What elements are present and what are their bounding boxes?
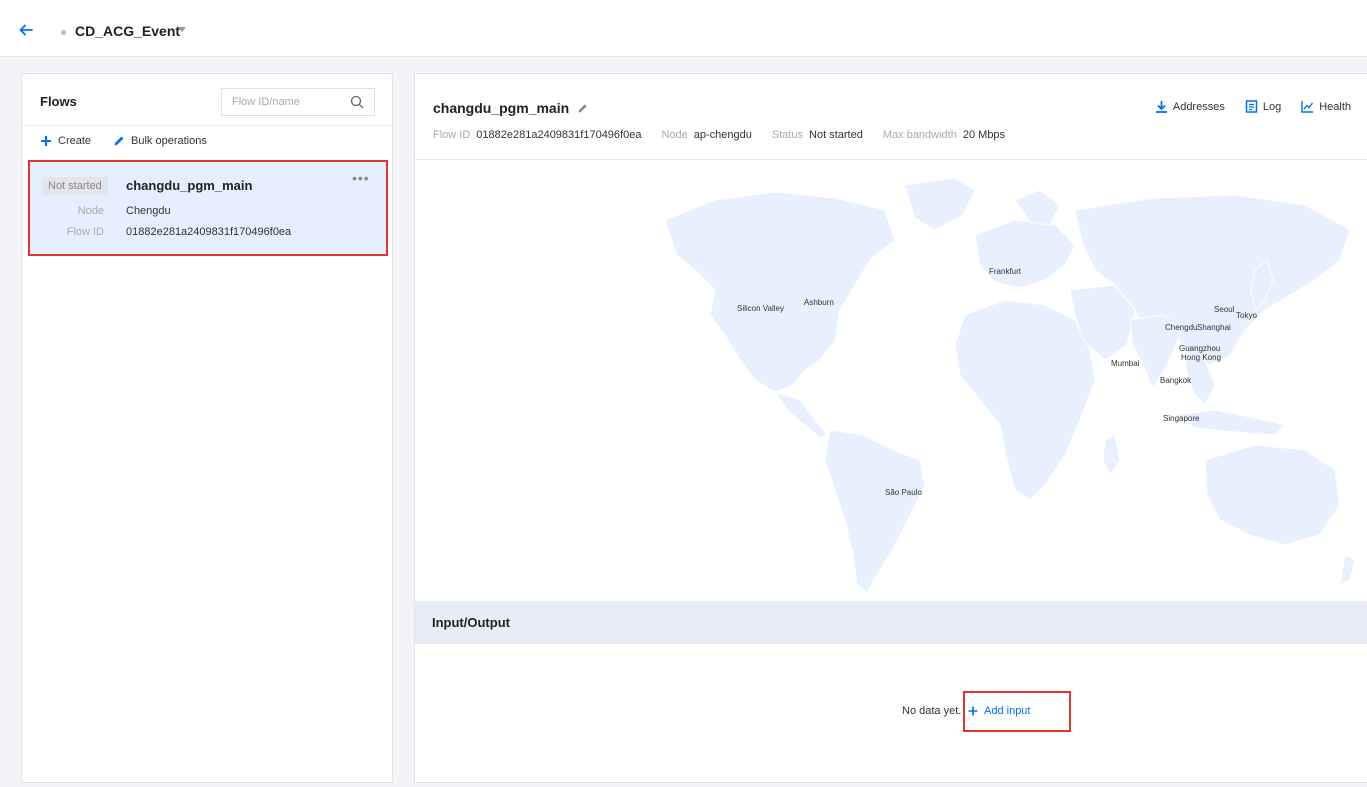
addresses-button[interactable]: Addresses: [1155, 100, 1225, 113]
chevron-down-icon[interactable]: [178, 27, 186, 32]
top-bar: CD_ACG_Event: [0, 0, 1367, 57]
city-label-guangzhou: Guangzhou: [1179, 344, 1221, 353]
flow-id-value: 01882e281a2409831f170496f0ea: [126, 226, 292, 238]
search-input[interactable]: [232, 89, 350, 115]
world-map-graphic: [664, 177, 1356, 593]
line-chart-icon: [1301, 101, 1314, 113]
flow-title: changdu_pgm_main: [433, 100, 588, 116]
empty-state: No data yet.: [902, 705, 961, 717]
edit-icon[interactable]: [577, 103, 588, 114]
meta-bandwidth-label: Max bandwidth: [882, 129, 957, 141]
pencil-icon: [114, 136, 124, 146]
world-map: Frankfurt Silicon Valley Ashburn Seoul T…: [415, 160, 1367, 600]
status-dot: [61, 30, 66, 35]
health-label: Health: [1319, 100, 1351, 113]
event-name[interactable]: CD_ACG_Event: [75, 23, 180, 39]
meta-node-label: Node: [661, 129, 688, 141]
city-label-silicon-valley: Silicon Valley: [737, 304, 784, 313]
bulk-operations-label: Bulk operations: [131, 135, 207, 147]
detail-actions: Addresses Log Health: [1155, 100, 1351, 113]
city-label-sao-paulo: São Paulo: [885, 488, 922, 497]
add-input-label: Add input: [984, 705, 1031, 717]
city-label-hong-kong: Hong Kong: [1181, 353, 1222, 362]
city-label-shanghai: Shanghai: [1197, 323, 1231, 332]
add-input-button[interactable]: Add input: [968, 705, 1030, 717]
meta-flow-id-value: 01882e281a2409831f170496f0ea: [476, 129, 642, 141]
flow-search[interactable]: [221, 88, 375, 116]
city-label-bangkok: Bangkok: [1160, 376, 1192, 385]
node-label: Node: [77, 205, 104, 217]
log-label: Log: [1262, 100, 1282, 113]
download-icon: [1155, 101, 1167, 113]
meta-bandwidth-value: 20 Mbps: [962, 129, 1006, 141]
flow-name[interactable]: changdu_pgm_main: [126, 178, 252, 193]
create-label: Create: [58, 135, 92, 147]
flow-id-label: Flow ID: [66, 226, 104, 238]
divider: [22, 125, 392, 126]
city-label-tokyo: Tokyo: [1236, 311, 1257, 320]
city-label-chengdu: Chengdu: [1165, 323, 1198, 332]
meta-node-value: ap-chengdu: [693, 129, 752, 141]
flows-toolbar: Create Bulk operations: [40, 135, 221, 147]
city-label-singapore: Singapore: [1163, 414, 1200, 423]
city-label-frankfurt: Frankfurt: [989, 267, 1022, 276]
node-value: Chengdu: [126, 205, 171, 217]
plus-icon: [968, 706, 978, 716]
meta-status-value: Not started: [809, 129, 863, 141]
input-output-header: Input/Output: [415, 601, 1367, 644]
city-label-ashburn: Ashburn: [804, 298, 834, 307]
meta-status-label: Status: [771, 129, 804, 141]
status-badge: Not started: [42, 177, 108, 195]
city-label-seoul: Seoul: [1214, 305, 1235, 314]
bulk-operations-button[interactable]: Bulk operations: [113, 135, 207, 147]
document-icon: [1245, 100, 1258, 113]
more-icon[interactable]: •••: [352, 170, 370, 186]
flows-title: Flows: [40, 94, 77, 109]
input-output-title: Input/Output: [432, 615, 510, 630]
plus-icon: [41, 136, 51, 146]
addresses-label: Addresses: [1172, 100, 1225, 113]
create-button[interactable]: Create: [40, 135, 91, 147]
search-icon[interactable]: [350, 95, 364, 109]
meta-flow-id-label: Flow ID: [433, 129, 471, 141]
empty-text: No data yet.: [902, 705, 962, 717]
flow-detail-panel: changdu_pgm_main Addresses Log Health Fl…: [414, 73, 1367, 783]
log-button[interactable]: Log: [1245, 100, 1281, 113]
city-label-mumbai: Mumbai: [1111, 359, 1140, 368]
flow-list-item[interactable]: Not started changdu_pgm_main ••• Node Ch…: [28, 160, 388, 256]
flow-title-text: changdu_pgm_main: [433, 100, 570, 116]
flows-panel: Flows Create Bulk operations Not started…: [21, 73, 393, 783]
flow-meta: Flow ID 01882e281a2409831f170496f0ea Nod…: [433, 129, 1019, 141]
back-arrow-icon[interactable]: [18, 22, 34, 38]
health-button[interactable]: Health: [1301, 100, 1351, 113]
